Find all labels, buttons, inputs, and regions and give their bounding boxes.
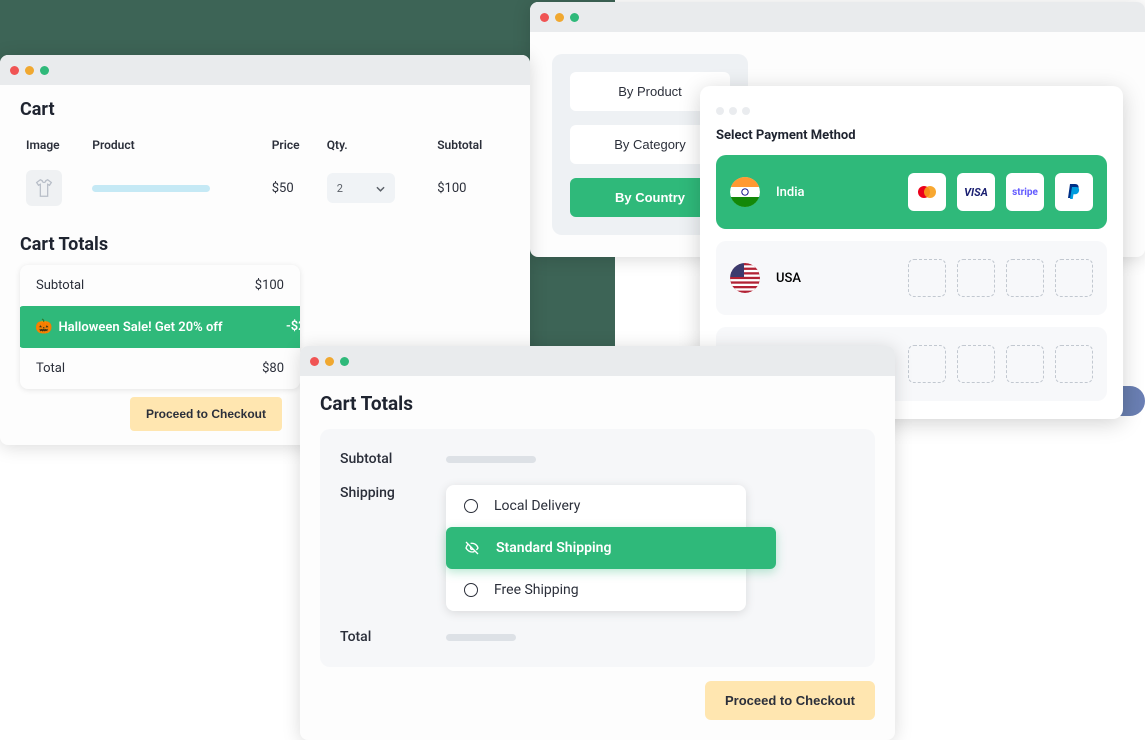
window-controls bbox=[0, 55, 530, 85]
stripe-icon[interactable]: stripe bbox=[1006, 173, 1044, 211]
country-name: India bbox=[776, 185, 805, 200]
eye-off-icon bbox=[464, 540, 480, 556]
country-name: USA bbox=[776, 271, 801, 286]
cart-totals-heading: Cart Totals bbox=[320, 392, 875, 415]
cart-totals-window: Cart Totals Subtotal Shipping Local Deli… bbox=[300, 346, 895, 740]
sale-value: -$20 bbox=[286, 319, 300, 335]
maximize-icon[interactable] bbox=[340, 357, 349, 366]
subtotal-row: Subtotal $100 bbox=[20, 265, 300, 306]
payment-slot-placeholder[interactable] bbox=[957, 345, 995, 383]
product-name-placeholder bbox=[92, 185, 210, 192]
payment-title: Select Payment Method bbox=[716, 128, 1107, 143]
shipping-option-label: Free Shipping bbox=[494, 582, 579, 598]
shipping-option-free[interactable]: Free Shipping bbox=[446, 569, 746, 611]
mastercard-icon[interactable] bbox=[908, 173, 946, 211]
minimize-icon[interactable] bbox=[555, 13, 564, 22]
payment-slot-placeholder[interactable] bbox=[1006, 345, 1044, 383]
close-icon[interactable] bbox=[540, 13, 549, 22]
paypal-icon[interactable] bbox=[1055, 173, 1093, 211]
subtotal-label: Subtotal bbox=[36, 278, 84, 293]
sale-label: Halloween Sale! Get 20% off bbox=[58, 320, 222, 335]
total-row: Total bbox=[340, 629, 855, 645]
payment-slot-placeholder[interactable] bbox=[908, 345, 946, 383]
subtotal-label: Subtotal bbox=[340, 451, 406, 467]
payment-row-usa[interactable]: USA bbox=[716, 241, 1107, 315]
price-cell: $50 bbox=[266, 160, 321, 216]
shirt-icon bbox=[33, 177, 55, 199]
payment-provider-icons bbox=[908, 259, 1093, 297]
cart-totals-heading: Cart Totals bbox=[20, 234, 510, 255]
shipping-option-local[interactable]: Local Delivery bbox=[446, 485, 746, 527]
minimize-icon[interactable] bbox=[25, 66, 34, 75]
dot-icon bbox=[716, 107, 724, 115]
proceed-checkout-button[interactable]: Proceed to Checkout bbox=[705, 681, 875, 720]
minimize-icon[interactable] bbox=[325, 357, 334, 366]
col-image: Image bbox=[20, 130, 86, 160]
window-controls bbox=[300, 346, 895, 376]
total-placeholder bbox=[446, 634, 516, 641]
payment-provider-icons bbox=[908, 345, 1093, 383]
maximize-icon[interactable] bbox=[40, 66, 49, 75]
radio-icon bbox=[464, 499, 478, 513]
flag-india-icon bbox=[730, 177, 760, 207]
col-subtotal: Subtotal bbox=[431, 130, 510, 160]
payment-provider-icons: VISA stripe bbox=[908, 173, 1093, 211]
cart-heading: Cart bbox=[20, 99, 510, 120]
total-row: Total $80 bbox=[20, 348, 300, 389]
total-value: $80 bbox=[262, 361, 284, 376]
close-icon[interactable] bbox=[10, 66, 19, 75]
shipping-option-label: Standard Shipping bbox=[496, 540, 611, 556]
dot-icon bbox=[729, 107, 737, 115]
cart-totals-card: Subtotal $100 🎃 Halloween Sale! Get 20% o… bbox=[20, 265, 300, 389]
dot-icon bbox=[742, 107, 750, 115]
col-qty: Qty. bbox=[321, 130, 431, 160]
visa-icon[interactable]: VISA bbox=[957, 173, 995, 211]
proceed-checkout-button[interactable]: Proceed to Checkout bbox=[130, 397, 282, 431]
chevron-down-icon bbox=[376, 182, 385, 195]
col-product: Product bbox=[86, 130, 265, 160]
subtotal-placeholder bbox=[446, 456, 536, 463]
shipping-option-standard[interactable]: Standard Shipping bbox=[446, 527, 776, 569]
qty-value: 2 bbox=[337, 182, 343, 195]
radio-icon bbox=[464, 583, 478, 597]
payment-slot-placeholder[interactable] bbox=[1006, 259, 1044, 297]
flag-usa-icon bbox=[730, 263, 760, 293]
total-label: Total bbox=[36, 361, 65, 376]
window-controls bbox=[530, 2, 1145, 32]
subtotal-row: Subtotal bbox=[340, 451, 855, 467]
shipping-label: Shipping bbox=[340, 485, 406, 501]
shipping-options: Local Delivery Standard Shipping Free Sh… bbox=[446, 485, 746, 611]
quantity-stepper[interactable]: 2 bbox=[327, 173, 395, 203]
totals-card: Subtotal Shipping Local Delivery Standar… bbox=[320, 429, 875, 667]
subtotal-value: $100 bbox=[255, 278, 284, 293]
shipping-option-label: Local Delivery bbox=[494, 498, 580, 514]
pumpkin-icon: 🎃 bbox=[35, 319, 52, 335]
shipping-row: Shipping Local Delivery Standard Shippin… bbox=[340, 485, 855, 611]
payment-slot-placeholder[interactable] bbox=[1055, 345, 1093, 383]
col-price: Price bbox=[266, 130, 321, 160]
payment-slot-placeholder[interactable] bbox=[908, 259, 946, 297]
total-label: Total bbox=[340, 629, 406, 645]
product-image-placeholder bbox=[26, 170, 62, 206]
payment-slot-placeholder[interactable] bbox=[1055, 259, 1093, 297]
maximize-icon[interactable] bbox=[570, 13, 579, 22]
payment-slot-placeholder[interactable] bbox=[957, 259, 995, 297]
cart-table: Image Product Price Qty. Subtotal $50 bbox=[20, 130, 510, 216]
subtotal-cell: $100 bbox=[431, 160, 510, 216]
table-row: $50 2 $100 bbox=[20, 160, 510, 216]
payment-row-india[interactable]: India VISA stripe bbox=[716, 155, 1107, 229]
close-icon[interactable] bbox=[310, 357, 319, 366]
sale-row: 🎃 Halloween Sale! Get 20% off -$20 bbox=[20, 306, 300, 348]
panel-drag-dots bbox=[716, 100, 1107, 122]
